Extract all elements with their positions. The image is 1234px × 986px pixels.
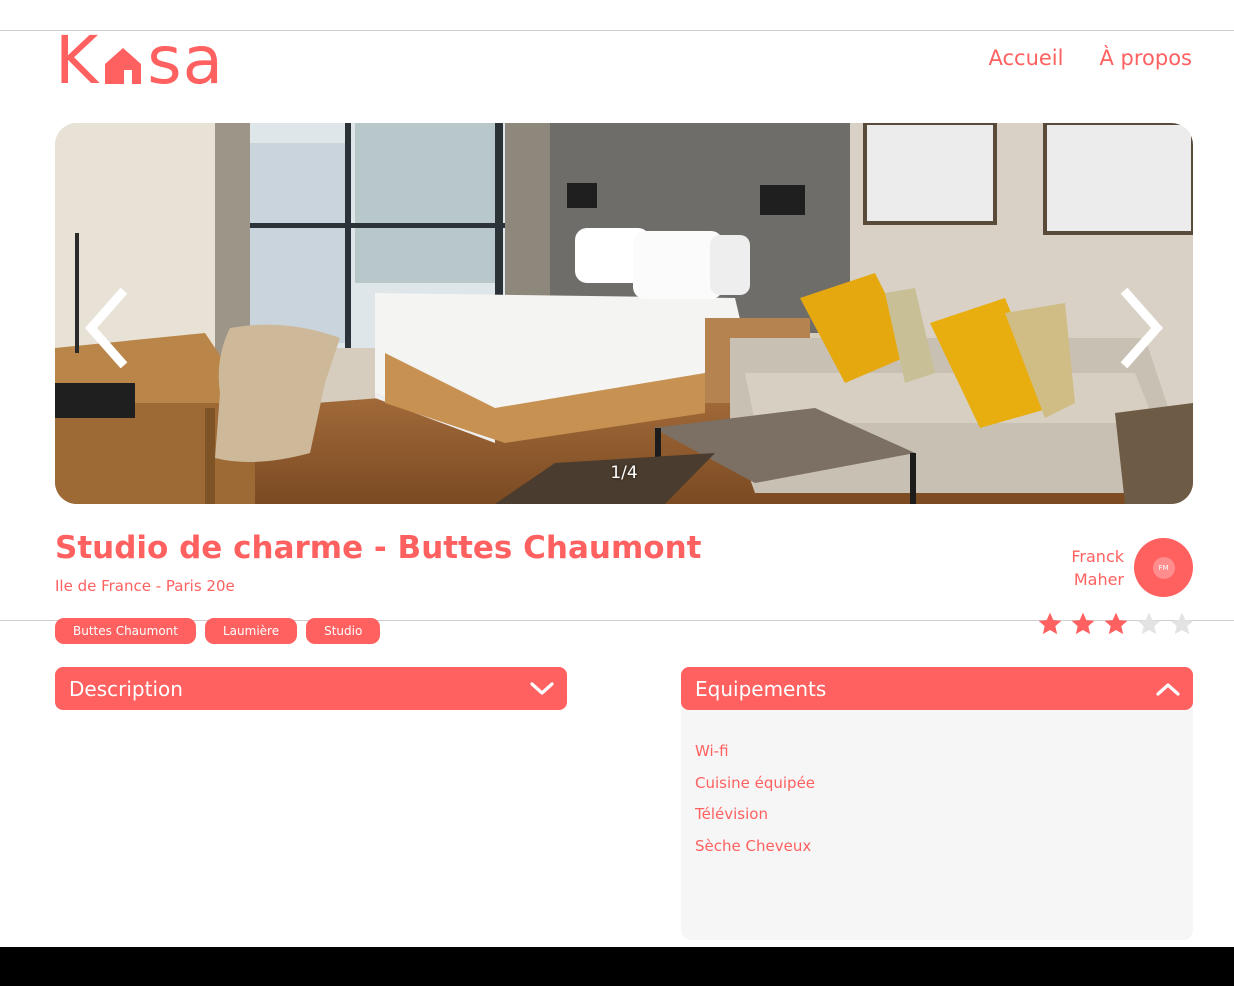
slide-counter: 1/4 <box>610 463 638 483</box>
tag-list: Buttes Chaumont Laumière Studio <box>55 618 381 644</box>
equipments-collapse: Equipements Wi-fi Cuisine équipée Télévi… <box>681 667 1193 940</box>
host-info: Franck Maher FM <box>1071 538 1193 597</box>
tag-studio: Studio <box>306 618 381 644</box>
star-filled-icon <box>1071 612 1095 635</box>
equipments-list: Wi-fi Cuisine équipée Télévision Sèche C… <box>681 700 1193 940</box>
description-label: Description <box>69 676 183 701</box>
list-item: Télévision <box>695 805 768 823</box>
next-slide-button[interactable] <box>1117 287 1167 369</box>
main-nav: Accueil À propos <box>988 46 1192 70</box>
tag-buttes-chaumont: Buttes Chaumont <box>55 618 196 644</box>
nav-link-accueil[interactable]: Accueil <box>988 46 1063 70</box>
description-collapse: Description <box>55 667 567 710</box>
photo-slideshow: 1/4 <box>55 123 1193 504</box>
listing-title: Studio de charme - Buttes Chaumont <box>55 530 702 566</box>
logo-letters-sa: sa <box>147 22 225 99</box>
house-icon <box>105 48 142 84</box>
chevron-right-icon <box>1120 287 1164 369</box>
site-footer <box>0 947 1234 986</box>
equipments-toggle[interactable]: Equipements <box>681 667 1193 710</box>
host-name: Franck Maher <box>1071 545 1124 591</box>
rating-stars <box>1037 611 1195 637</box>
tag-laumiere: Laumière <box>204 618 298 644</box>
star-empty-icon <box>1170 612 1194 635</box>
chevron-up-icon <box>1156 682 1180 696</box>
chevron-left-icon <box>84 287 128 369</box>
host-avatar: FM <box>1134 538 1193 597</box>
host-initials: FM <box>1152 556 1175 579</box>
list-item: Cuisine équipée <box>695 773 816 792</box>
apartment-photo <box>55 123 1193 504</box>
previous-slide-button[interactable] <box>81 287 131 369</box>
logo-letter-k: K <box>55 22 100 99</box>
listing-location: Ile de France - Paris 20e <box>55 577 235 595</box>
host-last-name: Maher <box>1073 569 1124 589</box>
equipments-label: Equipements <box>695 676 827 701</box>
nav-link-a-propos[interactable]: À propos <box>1099 46 1192 70</box>
list-item: Sèche Cheveux <box>695 836 812 855</box>
host-first-name: Franck <box>1071 546 1124 566</box>
description-toggle[interactable]: Description <box>55 667 567 710</box>
kasa-logo[interactable]: K sa <box>55 24 224 94</box>
star-filled-icon <box>1104 612 1128 635</box>
star-filled-icon <box>1038 612 1062 635</box>
list-item: Wi-fi <box>695 742 729 760</box>
star-empty-icon <box>1137 612 1161 635</box>
chevron-down-icon <box>530 681 554 695</box>
